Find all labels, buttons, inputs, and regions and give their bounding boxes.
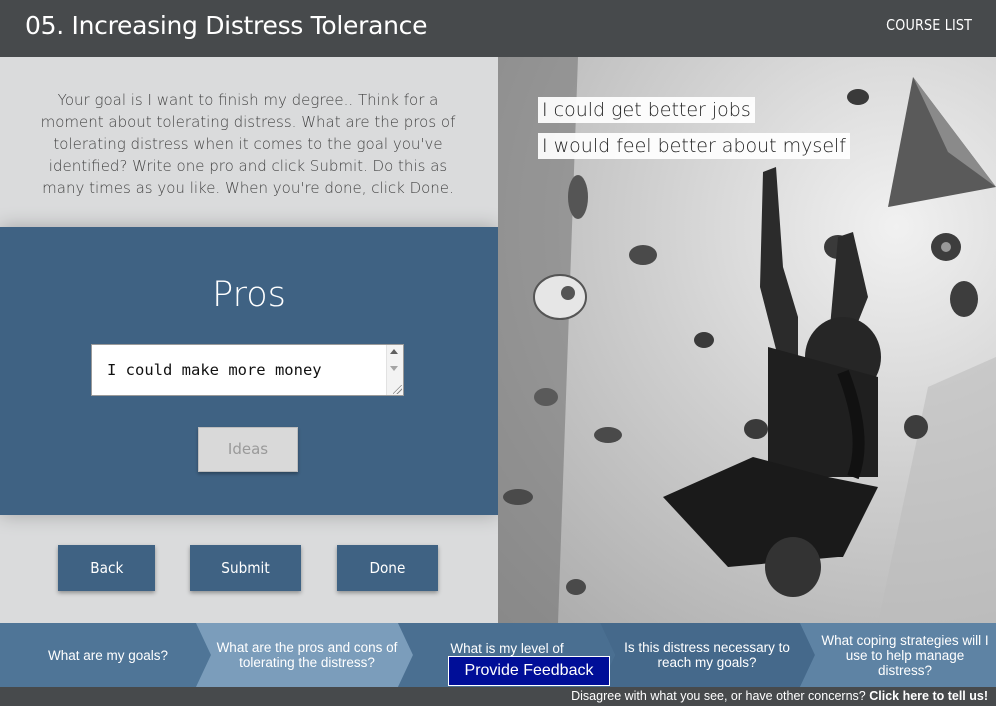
step-goals-label: What are my goals? [47,647,169,663]
ideas-button[interactable]: Ideas [198,427,298,472]
page-title: 05. Increasing Distress Tolerance [25,11,428,40]
step-coping-strategies[interactable]: What coping strategies will I use to hel… [818,623,992,687]
climbing-photo: I could get better jobs I would feel bet… [498,57,996,623]
footer-tell-us-link[interactable]: Click here to tell us! [869,689,988,703]
pro-input[interactable]: I could make more money [91,344,404,396]
submit-button-label: Submit [221,559,270,577]
step-distress-necessary-label: Is this distress necessary to reach my g… [624,640,790,670]
provide-feedback-button[interactable]: Provide Feedback [448,656,610,686]
pros-panel: Pros I could make more money Ideas [0,227,498,515]
done-button[interactable]: Done [337,545,438,591]
header-bar: 05. Increasing Distress Tolerance COURSE… [0,0,996,57]
step-distress-level-label: What is my level of [450,641,564,656]
scroll-down-arrow-icon[interactable] [390,366,398,371]
pro-input-value: I could make more money [107,361,322,379]
step-pros-cons[interactable]: What are the pros and cons of tolerating… [212,623,402,687]
instructions-text: Your goal is I want to finish my degree.… [40,91,456,197]
submit-button[interactable]: Submit [190,545,301,591]
input-scrollbar[interactable] [386,345,403,395]
pro-list-item: I could get better jobs [538,97,755,123]
panel-title: Pros [212,275,286,315]
back-button-label: Back [89,559,124,577]
left-pane: Your goal is I want to finish my degree.… [0,57,498,623]
pro-list-item: I would feel better about myself [538,133,850,159]
step-distress-necessary[interactable]: Is this distress necessary to reach my g… [612,623,802,687]
step-goals[interactable]: What are my goals? [20,623,196,687]
back-button[interactable]: Back [58,545,155,591]
step-coping-strategies-label: What coping strategies will I use to hel… [821,632,989,678]
scroll-up-arrow-icon[interactable] [390,349,398,354]
footer-bar: Disagree with what you see, or have othe… [0,687,996,706]
done-button-label: Done [369,559,406,577]
footer-text: Disagree with what you see, or have othe… [571,689,988,703]
step-pros-cons-label: What are the pros and cons of tolerating… [216,640,398,670]
course-list-link[interactable]: COURSE LIST [886,16,972,34]
footer-message: Disagree with what you see, or have othe… [571,689,866,703]
resize-grip-icon[interactable] [393,385,402,394]
